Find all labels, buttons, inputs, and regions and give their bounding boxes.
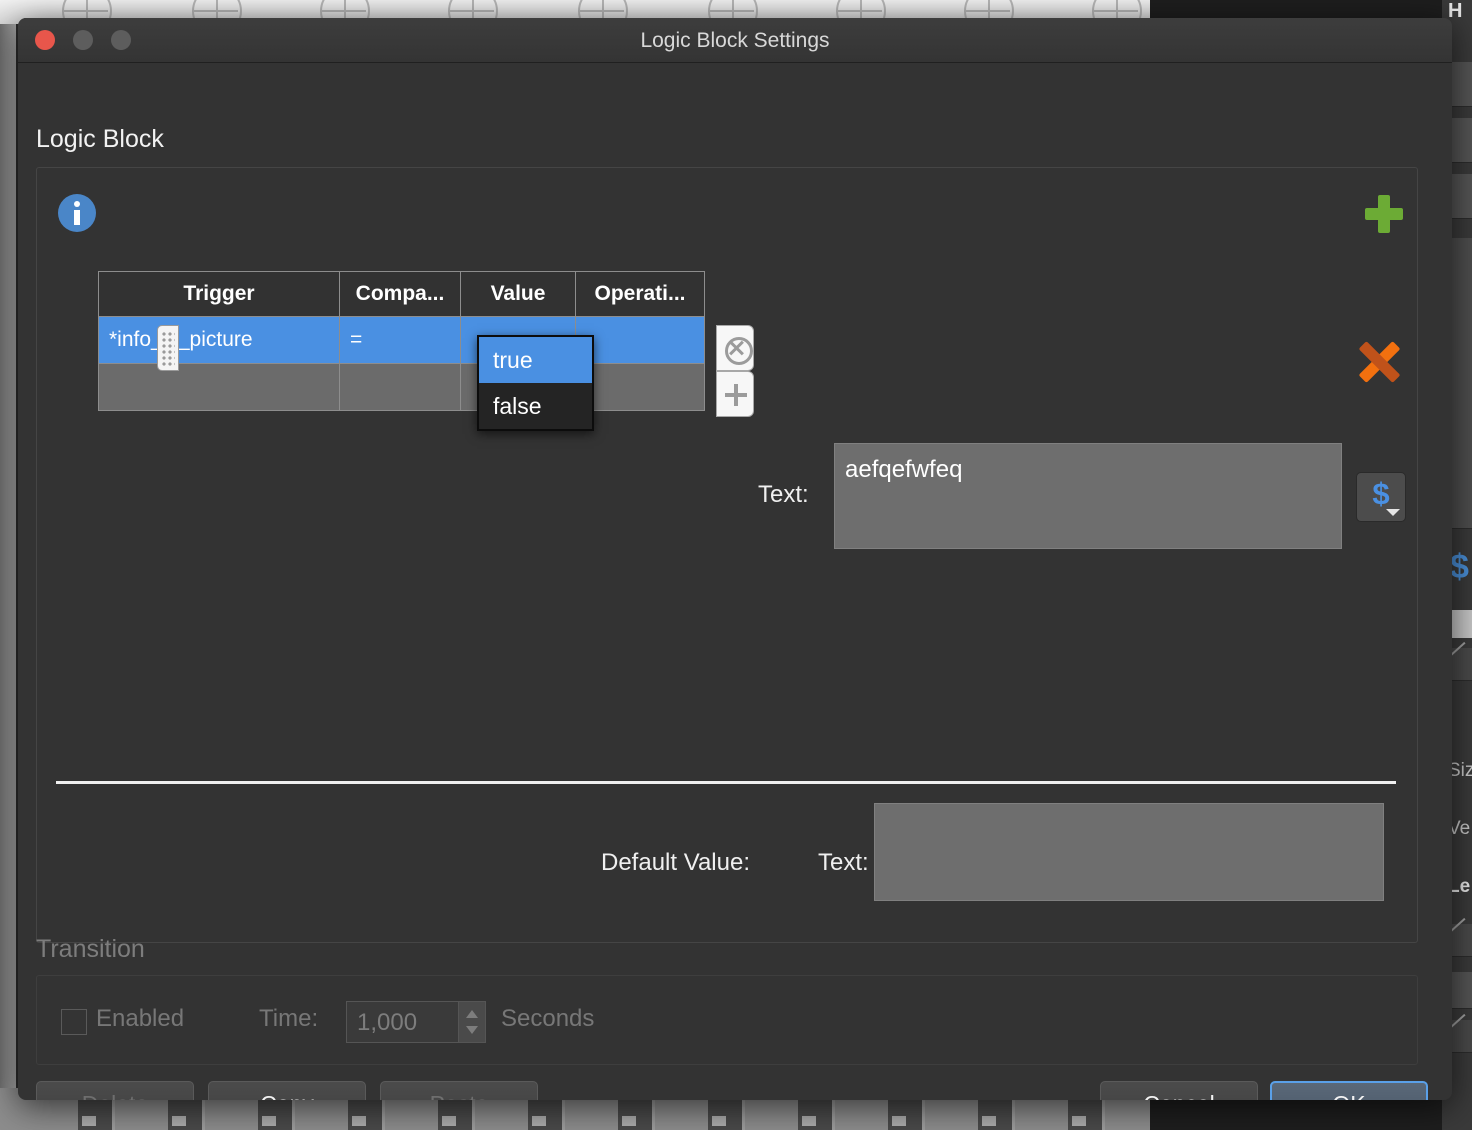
table-header-row: Trigger Compa... Value Operati... bbox=[98, 271, 705, 317]
cell-comparison[interactable] bbox=[339, 363, 461, 411]
delete-condition-button[interactable] bbox=[1356, 339, 1402, 385]
transition-seconds-label: Seconds bbox=[501, 1005, 595, 1032]
cell-operation[interactable] bbox=[575, 316, 705, 364]
cancel-button[interactable]: Cancel bbox=[1100, 1081, 1258, 1100]
transition-enabled-label: Enabled bbox=[96, 1005, 185, 1032]
dollar-sign-icon: $ bbox=[1450, 548, 1469, 586]
dropdown-option-false[interactable]: false bbox=[479, 383, 592, 429]
logic-block-settings-dialog: Logic Block Settings Logic Block Trigger… bbox=[18, 18, 1452, 1100]
conditions-table: Trigger Compa... Value Operati... *info_… bbox=[98, 271, 754, 417]
cell-trigger[interactable]: *info_w_picture bbox=[98, 316, 340, 364]
drag-handle-icon[interactable] bbox=[157, 325, 179, 371]
text-input[interactable] bbox=[834, 443, 1342, 549]
default-value-input[interactable] bbox=[874, 803, 1384, 901]
table-row[interactable] bbox=[98, 363, 705, 411]
window-titlebar[interactable]: Logic Block Settings bbox=[18, 18, 1452, 63]
text-field-label: Text: bbox=[758, 481, 809, 508]
remove-circle-icon bbox=[725, 337, 753, 365]
dollar-sign-icon: $ bbox=[1372, 476, 1390, 511]
cell-operation[interactable] bbox=[575, 363, 705, 411]
transition-section-title: Transition bbox=[36, 935, 145, 963]
add-condition-button[interactable] bbox=[1363, 193, 1405, 235]
delete-button[interactable]: Delete bbox=[36, 1081, 194, 1100]
transition-time-label: Time: bbox=[259, 1005, 319, 1032]
table-row[interactable]: *info_w_picture = bbox=[98, 316, 705, 364]
ok-button[interactable]: OK bbox=[1270, 1081, 1428, 1100]
background-left-edge bbox=[0, 24, 16, 1088]
transition-time-value[interactable]: 1,000 bbox=[357, 1009, 417, 1037]
column-header-trigger[interactable]: Trigger bbox=[98, 271, 340, 317]
chevron-down-icon bbox=[1386, 509, 1400, 516]
paste-button[interactable]: Paste bbox=[380, 1081, 538, 1100]
value-dropdown-menu[interactable]: true false bbox=[477, 335, 594, 431]
page-title: Logic Block bbox=[36, 125, 164, 153]
add-row-button[interactable] bbox=[716, 371, 754, 417]
transition-time-stepper[interactable]: 1,000 bbox=[346, 1001, 486, 1043]
column-header-operation[interactable]: Operati... bbox=[575, 271, 705, 317]
default-text-label: Text: bbox=[818, 849, 869, 876]
dropdown-option-true[interactable]: true bbox=[479, 337, 592, 383]
transition-enabled-checkbox[interactable] bbox=[61, 1009, 87, 1035]
section-divider bbox=[56, 781, 1396, 784]
info-icon[interactable] bbox=[58, 194, 96, 232]
dialog-body: Logic Block Trigger Compa... Value Opera… bbox=[18, 63, 1452, 1100]
column-header-comparison[interactable]: Compa... bbox=[339, 271, 461, 317]
stepper-arrows-icon[interactable] bbox=[458, 1002, 485, 1042]
variable-picker-button[interactable]: $ bbox=[1356, 472, 1406, 522]
copy-button[interactable]: Copy bbox=[208, 1081, 366, 1100]
transition-groupbox bbox=[36, 975, 1418, 1065]
remove-row-button[interactable] bbox=[716, 325, 754, 371]
default-value-label: Default Value: bbox=[601, 849, 750, 876]
cell-comparison[interactable]: = bbox=[339, 316, 461, 364]
window-title: Logic Block Settings bbox=[640, 29, 830, 52]
cell-trigger[interactable] bbox=[98, 363, 340, 411]
column-header-value[interactable]: Value bbox=[460, 271, 576, 317]
